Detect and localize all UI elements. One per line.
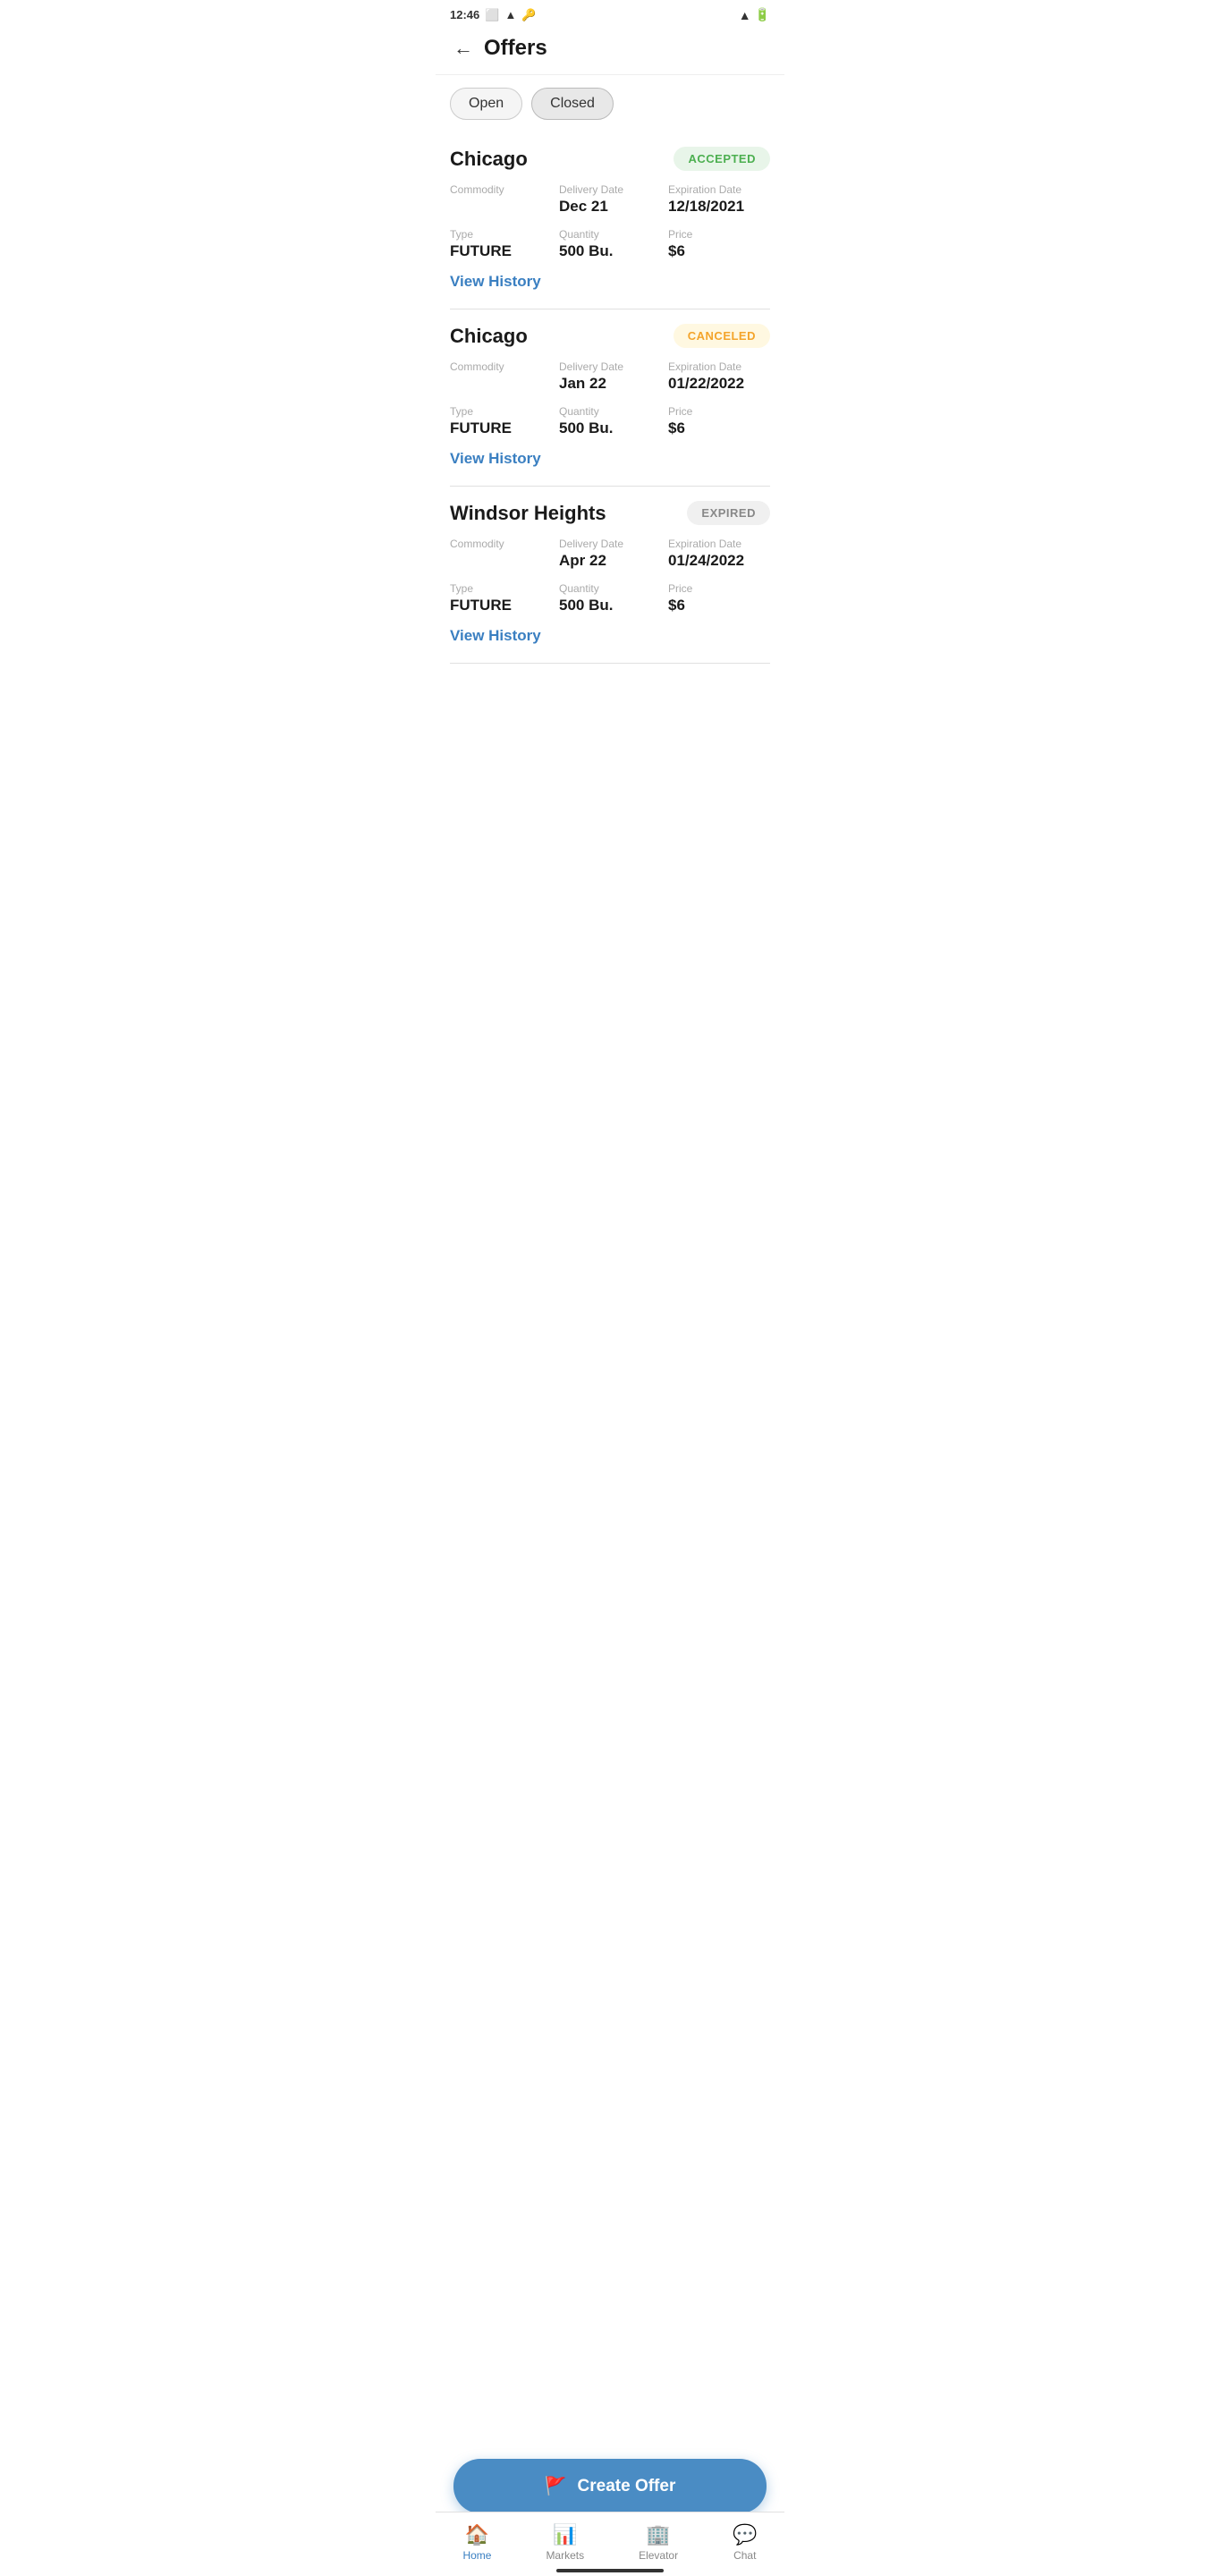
status-badge-2: CANCELED (674, 324, 770, 348)
wifi-icon: ▲ (739, 8, 751, 22)
battery-icon: 🔋 (755, 7, 770, 22)
chat-icon: 💬 (733, 2523, 757, 2546)
nav-item-markets[interactable]: 📊 Markets (535, 2520, 595, 2565)
offer-header-1: Chicago ACCEPTED (450, 147, 770, 171)
nav-item-home[interactable]: 🏠 Home (452, 2520, 502, 2565)
offer-header-3: Windsor Heights EXPIRED (450, 501, 770, 525)
tab-closed[interactable]: Closed (531, 88, 614, 120)
field-expiration-3: Expiration Date 01/24/2022 (668, 538, 770, 570)
create-offer-label: Create Offer (578, 2477, 676, 2496)
offer-card-3: Windsor Heights EXPIRED Commodity Delive… (450, 487, 770, 664)
status-icon-3: 🔑 (521, 8, 536, 22)
status-bar: 12:46 ⬜ ▲ 🔑 ▲ 🔋 (436, 0, 784, 26)
bottom-nav: 🏠 Home 📊 Markets 🏢 Elevator 💬 Chat (436, 2512, 784, 2576)
offers-list: Chicago ACCEPTED Commodity Delivery Date… (436, 132, 784, 753)
nav-label-chat: Chat (733, 2549, 756, 2562)
nav-item-chat[interactable]: 💬 Chat (722, 2520, 767, 2565)
offer-header-2: Chicago CANCELED (450, 324, 770, 348)
field-type-3: Type FUTURE (450, 582, 552, 614)
field-price-1: Price $6 (668, 228, 770, 260)
markets-icon: 📊 (553, 2523, 577, 2546)
tab-open[interactable]: Open (450, 88, 522, 120)
field-price-2: Price $6 (668, 405, 770, 437)
elevator-icon: 🏢 (646, 2523, 670, 2546)
view-history-button-1[interactable]: View History (450, 269, 541, 294)
offer-fields-1: Commodity Delivery Date Dec 21 Expiratio… (450, 183, 770, 260)
create-offer-container: 🚩 Create Offer (453, 2459, 767, 2513)
field-commodity-3: Commodity (450, 538, 552, 570)
nav-label-markets: Markets (546, 2549, 584, 2562)
offer-location-1: Chicago (450, 148, 528, 171)
create-offer-button[interactable]: 🚩 Create Offer (453, 2459, 767, 2513)
field-expiration-1: Expiration Date 12/18/2021 (668, 183, 770, 216)
field-price-3: Price $6 (668, 582, 770, 614)
back-button[interactable]: ← (450, 33, 477, 64)
field-quantity-3: Quantity 500 Bu. (559, 582, 661, 614)
status-badge-3: EXPIRED (687, 501, 770, 525)
field-delivery-2: Delivery Date Jan 22 (559, 360, 661, 393)
status-badge-1: ACCEPTED (674, 147, 770, 171)
nav-item-elevator[interactable]: 🏢 Elevator (628, 2520, 689, 2565)
field-quantity-2: Quantity 500 Bu. (559, 405, 661, 437)
offer-fields-2: Commodity Delivery Date Jan 22 Expiratio… (450, 360, 770, 437)
offer-fields-3: Commodity Delivery Date Apr 22 Expiratio… (450, 538, 770, 614)
filter-tabs: Open Closed (436, 75, 784, 132)
field-type-2: Type FUTURE (450, 405, 552, 437)
field-commodity-1: Commodity (450, 183, 552, 216)
offer-location-2: Chicago (450, 325, 528, 348)
field-quantity-1: Quantity 500 Bu. (559, 228, 661, 260)
create-offer-icon: 🚩 (545, 2475, 567, 2497)
status-time: 12:46 (450, 8, 479, 21)
field-type-1: Type FUTURE (450, 228, 552, 260)
offer-card-1: Chicago ACCEPTED Commodity Delivery Date… (450, 132, 770, 309)
field-delivery-1: Delivery Date Dec 21 (559, 183, 661, 216)
view-history-button-3[interactable]: View History (450, 623, 541, 648)
nav-label-home: Home (462, 2549, 491, 2562)
status-icon-2: ▲ (504, 8, 516, 21)
status-right: ▲ 🔋 (739, 7, 770, 22)
home-icon: 🏠 (465, 2523, 489, 2546)
view-history-button-2[interactable]: View History (450, 446, 541, 471)
back-icon: ← (453, 37, 473, 59)
status-icon-1: ⬜ (485, 8, 499, 22)
field-expiration-2: Expiration Date 01/22/2022 (668, 360, 770, 393)
status-left: 12:46 ⬜ ▲ 🔑 (450, 8, 537, 22)
home-indicator (556, 2569, 664, 2572)
page-title: Offers (484, 36, 547, 61)
offer-location-3: Windsor Heights (450, 502, 606, 525)
field-commodity-2: Commodity (450, 360, 552, 393)
offer-card-2: Chicago CANCELED Commodity Delivery Date… (450, 309, 770, 487)
field-delivery-3: Delivery Date Apr 22 (559, 538, 661, 570)
header: ← Offers (436, 26, 784, 75)
nav-label-elevator: Elevator (639, 2549, 678, 2562)
